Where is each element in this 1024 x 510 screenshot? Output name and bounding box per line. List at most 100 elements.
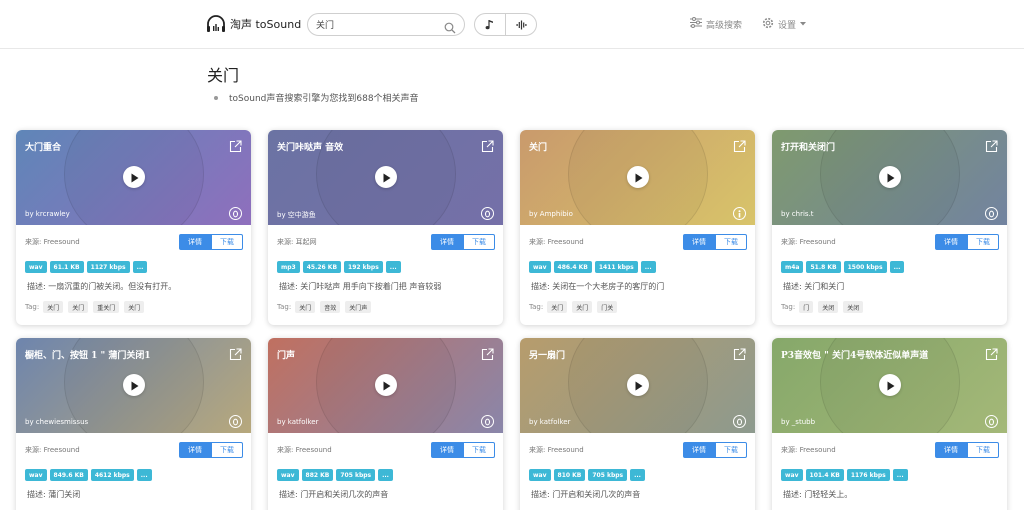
detail-button[interactable]: 详情 bbox=[179, 234, 211, 250]
format-badge: 61.1 KB bbox=[49, 261, 84, 273]
external-link-icon[interactable] bbox=[229, 346, 242, 365]
play-button[interactable] bbox=[123, 374, 145, 396]
sound-title[interactable]: 大门重合 bbox=[25, 140, 61, 153]
download-button[interactable]: 下载 bbox=[211, 442, 243, 458]
search-box[interactable] bbox=[307, 13, 465, 36]
sound-title[interactable]: P3音效包 " 关门4号软体近似单声道 bbox=[781, 348, 928, 361]
play-button[interactable] bbox=[627, 374, 649, 396]
description-text: 描述: 一扇沉重的门被关闭。但没有打开。 bbox=[27, 282, 177, 291]
author-name[interactable]: by katfolker bbox=[529, 418, 570, 426]
action-buttons: 详情 下载 bbox=[683, 442, 747, 458]
play-button[interactable] bbox=[375, 374, 397, 396]
format-badge: 810 KB bbox=[553, 469, 586, 481]
detail-button[interactable]: 详情 bbox=[683, 442, 715, 458]
sound-card[interactable]: 门声 by katfolker 来源: Freesound 详情 下载 wav 882 KB… bbox=[268, 338, 503, 510]
sound-card[interactable]: P3音效包 " 关门4号软体近似单声道 by _stubb 来源: Freesoun… bbox=[772, 338, 1007, 510]
play-button[interactable] bbox=[375, 166, 397, 188]
download-button[interactable]: 下载 bbox=[211, 234, 243, 250]
author-name[interactable]: by chris.t bbox=[781, 210, 814, 218]
play-button[interactable] bbox=[879, 166, 901, 188]
tag-chip[interactable]: 关闭 bbox=[843, 301, 864, 313]
music-note-icon[interactable] bbox=[475, 14, 505, 35]
sound-title[interactable]: 橱柜、门、按钮 1 " 蒲门关闭1 bbox=[25, 348, 151, 361]
tag-chip[interactable]: 关门 bbox=[547, 301, 568, 313]
download-button[interactable]: 下载 bbox=[967, 234, 999, 250]
download-button[interactable]: 下载 bbox=[463, 442, 495, 458]
play-button[interactable] bbox=[879, 374, 901, 396]
tag-chip[interactable]: 音效 bbox=[320, 301, 341, 313]
external-link-icon[interactable] bbox=[733, 346, 746, 365]
author-name[interactable]: by 空中游鱼 bbox=[277, 210, 316, 220]
format-badge[interactable]: ... bbox=[630, 469, 645, 481]
cc0-license-icon bbox=[229, 415, 242, 428]
external-link-icon[interactable] bbox=[985, 346, 998, 365]
format-badge: wav bbox=[25, 261, 47, 273]
sound-card[interactable]: 橱柜、门、按钮 1 " 蒲门关闭1 by chewiesmissus 来源: Fre… bbox=[16, 338, 251, 510]
format-badge[interactable]: ... bbox=[892, 469, 908, 481]
tag-chip[interactable]: 关门 bbox=[295, 301, 316, 313]
sound-card[interactable]: 关门 by Amphibio 来源: Freesound 详情 下载 wav 486.4 K… bbox=[520, 130, 755, 325]
format-badge[interactable]: ... bbox=[889, 261, 905, 273]
external-link-icon[interactable] bbox=[481, 346, 494, 365]
external-link-icon[interactable] bbox=[985, 138, 998, 157]
download-button[interactable]: 下载 bbox=[463, 234, 495, 250]
sound-title[interactable]: 关门咔哒声 音效 bbox=[277, 140, 343, 153]
cc0-license-icon bbox=[481, 207, 494, 220]
format-badge[interactable]: ... bbox=[378, 469, 393, 481]
tag-chip[interactable]: 关门 bbox=[43, 301, 64, 313]
tag-chip[interactable]: 关闭 bbox=[818, 301, 839, 313]
logo[interactable]: 淘声 toSound bbox=[206, 14, 301, 34]
author-name[interactable]: by katfolker bbox=[277, 418, 318, 426]
play-icon bbox=[634, 168, 643, 187]
tag-chip[interactable]: 关门 bbox=[572, 301, 593, 313]
sound-card[interactable]: 另一扇门 by katfolker 来源: Freesound 详情 下载 wav 810 … bbox=[520, 338, 755, 510]
tag-chip[interactable]: 关门声 bbox=[345, 301, 372, 313]
search-icon[interactable] bbox=[444, 19, 456, 38]
search-input[interactable] bbox=[316, 19, 436, 30]
author-name[interactable]: by chewiesmissus bbox=[25, 418, 88, 426]
author-name[interactable]: by Amphibio bbox=[529, 210, 573, 218]
source-row: 来源: Freesound 详情 下载 bbox=[277, 442, 495, 458]
play-icon bbox=[634, 376, 643, 395]
format-badge[interactable]: ... bbox=[640, 261, 656, 273]
sound-title[interactable]: 门声 bbox=[277, 348, 295, 361]
tag-chip[interactable]: 关门 bbox=[68, 301, 89, 313]
download-button[interactable]: 下载 bbox=[715, 234, 747, 250]
external-link-icon[interactable] bbox=[733, 138, 746, 157]
advanced-search-link[interactable]: 高级搜索 bbox=[690, 17, 742, 31]
sound-card[interactable]: 打开和关闭门 by chris.t 来源: Freesound 详情 下载 m4a 51.8… bbox=[772, 130, 1007, 325]
detail-button[interactable]: 详情 bbox=[431, 442, 463, 458]
download-button[interactable]: 下载 bbox=[715, 442, 747, 458]
detail-button[interactable]: 详情 bbox=[683, 234, 715, 250]
detail-button[interactable]: 详情 bbox=[935, 442, 967, 458]
format-badge[interactable]: ... bbox=[136, 469, 152, 481]
external-link-icon[interactable] bbox=[229, 138, 242, 157]
detail-button[interactable]: 详情 bbox=[935, 234, 967, 250]
author-name[interactable]: by _stubb bbox=[781, 418, 815, 426]
waveform-icon[interactable] bbox=[505, 14, 536, 35]
sound-title[interactable]: 打开和关闭门 bbox=[781, 140, 835, 153]
format-badge[interactable]: ... bbox=[132, 261, 148, 273]
download-button[interactable]: 下载 bbox=[967, 442, 999, 458]
play-icon bbox=[130, 168, 139, 187]
tag-chip[interactable]: 重关门 bbox=[93, 301, 120, 313]
detail-button[interactable]: 详情 bbox=[179, 442, 211, 458]
settings-menu[interactable]: 设置 bbox=[762, 17, 810, 31]
format-badge: 45.26 KB bbox=[302, 261, 342, 273]
external-link-icon[interactable] bbox=[481, 138, 494, 157]
tag-chip[interactable]: 门 bbox=[799, 301, 814, 313]
sound-card[interactable]: 关门咔哒声 音效 by 空中游鱼 来源: 耳起网 详情 下载 mp3 45.26 KB 192… bbox=[268, 130, 503, 325]
sound-title[interactable]: 关门 bbox=[529, 140, 547, 153]
author-name[interactable]: by krcrawley bbox=[25, 210, 70, 218]
detail-button[interactable]: 详情 bbox=[431, 234, 463, 250]
sound-title[interactable]: 另一扇门 bbox=[529, 348, 565, 361]
sound-card[interactable]: 大门重合 by krcrawley 来源: Freesound 详情 下载 wav 61.1… bbox=[16, 130, 251, 325]
tag-chip[interactable]: 关门 bbox=[124, 301, 145, 313]
format-badge: 4612 kbps bbox=[90, 469, 134, 481]
tag-chip[interactable]: 门关 bbox=[597, 301, 618, 313]
play-button[interactable] bbox=[123, 166, 145, 188]
source-text: 来源: Freesound bbox=[781, 446, 836, 454]
format-badge[interactable]: ... bbox=[385, 261, 401, 273]
cover-art: P3音效包 " 关门4号软体近似单声道 by _stubb bbox=[772, 338, 1007, 433]
play-button[interactable] bbox=[627, 166, 649, 188]
